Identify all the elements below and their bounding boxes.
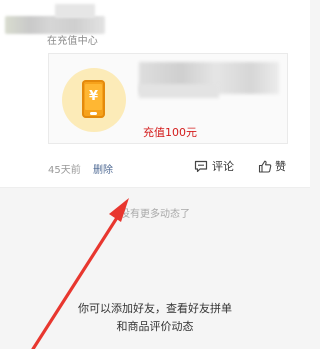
comment-bubble-icon [194, 160, 208, 173]
comment-label: 评论 [212, 160, 234, 173]
thumbs-up-icon [258, 160, 272, 173]
blurred-username-extra [55, 4, 95, 18]
feed-post-card: 在充值中心 ¥ 充值100元 45天前 删除 评论 赞 [0, 0, 310, 188]
phone-home-button [90, 112, 97, 115]
like-button[interactable]: 赞 [258, 158, 286, 174]
product-price: 充值100元 [143, 126, 197, 139]
yuan-symbol: ¥ [85, 84, 102, 110]
comment-button[interactable]: 评论 [194, 158, 234, 174]
product-card[interactable]: ¥ 充值100元 [48, 53, 288, 144]
empty-feed-hint-line2: 和商品评价动态 [116, 320, 194, 333]
post-timestamp: 45天前 [48, 165, 81, 176]
empty-feed-hint: 你可以添加好友，查看好友拼单 和商品评价动态 [0, 300, 310, 336]
phone-recharge-icon: ¥ [62, 68, 126, 132]
no-more-feed-text: 没有更多动态了 [120, 209, 190, 220]
phone-shape: ¥ [82, 80, 105, 118]
blurred-product-title-extra [139, 84, 219, 98]
empty-feed-hint-line1: 你可以添加好友，查看好友拼单 [78, 302, 232, 315]
delete-link[interactable]: 删除 [93, 161, 113, 176]
like-label: 赞 [275, 160, 286, 173]
post-source: 在充值中心 [47, 36, 98, 47]
